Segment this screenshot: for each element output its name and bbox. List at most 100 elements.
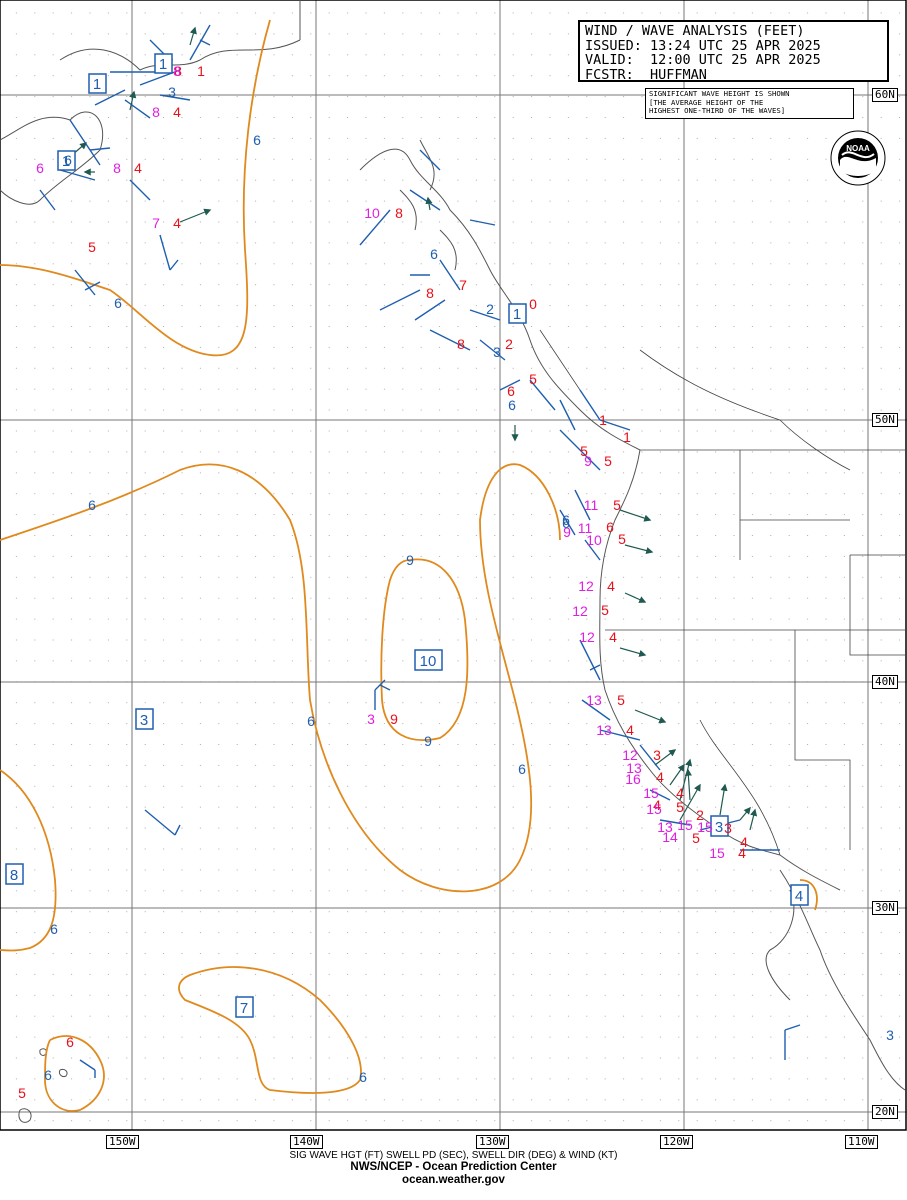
- wave-height: 6: [66, 1034, 74, 1050]
- swell-period: 9: [584, 453, 592, 469]
- wave-height: 8: [395, 205, 403, 221]
- contour-label: 6: [518, 761, 526, 777]
- wave-height: 8: [426, 285, 434, 301]
- lat-label-30n: 30N: [872, 901, 898, 915]
- header-title: WIND / WAVE ANALYSIS (FEET): [585, 23, 805, 39]
- misc-label: 6: [64, 152, 72, 168]
- contour-label: 6: [430, 246, 438, 262]
- swell-period: 10: [364, 205, 380, 221]
- wave-height: 2: [505, 336, 513, 352]
- wave-height: 5: [613, 497, 621, 513]
- wave-height: 4: [656, 769, 664, 785]
- footer-website[interactable]: ocean.weather.gov: [0, 1174, 907, 1186]
- lon-label-120w: 120W: [660, 1135, 693, 1149]
- wave-height: 4: [607, 578, 615, 594]
- wave-height: 0: [529, 296, 537, 312]
- swell-period: 9: [563, 524, 571, 540]
- contour-label: 6: [88, 497, 96, 513]
- box-label: 1: [513, 306, 521, 323]
- wave-height: 9: [390, 711, 398, 727]
- box-label: 10: [420, 653, 437, 670]
- swell-period: 7: [152, 215, 160, 231]
- lon-label-140w: 140W: [290, 1135, 323, 1149]
- swell-period: 8: [173, 63, 181, 79]
- wave-height: 4: [738, 845, 746, 861]
- wave-height: 6: [606, 519, 614, 535]
- box-label: 3: [140, 712, 148, 729]
- wave-height: 4: [173, 215, 181, 231]
- wave-height: 4: [134, 160, 142, 176]
- wave-height: 8: [457, 336, 465, 352]
- swell-period: 16: [625, 771, 641, 787]
- misc-label: 3: [493, 344, 501, 360]
- contour-label: 6: [44, 1067, 52, 1083]
- lat-label-20n: 20N: [872, 1105, 898, 1119]
- wave-height: 5: [676, 799, 684, 815]
- swell-period: 13: [596, 722, 612, 738]
- wave-height: 5: [18, 1085, 26, 1101]
- misc-label: 3: [168, 84, 176, 100]
- swell-period: 15: [697, 819, 713, 835]
- contour-label: 6: [359, 1069, 367, 1085]
- swell-period: 8: [113, 160, 121, 176]
- box-label: 3: [715, 819, 723, 836]
- swell-period: 8: [152, 104, 160, 120]
- svg-text:NOAA: NOAA: [846, 144, 870, 153]
- footer-legend: SIG WAVE HGT (FT) SWELL PD (SEC), SWELL …: [289, 1150, 618, 1161]
- header-forecaster: FCSTR: HUFFMAN: [585, 66, 707, 83]
- box-label: 7: [240, 1000, 248, 1017]
- header-valid: VALID: 12:00 UTC 25 APR 2025: [585, 52, 821, 68]
- swell-period: 10: [586, 532, 602, 548]
- swell-period: 3: [367, 711, 375, 727]
- swell-period: 15: [643, 785, 659, 801]
- wave-height: 3: [653, 747, 661, 763]
- lon-label-110w: 110W: [845, 1135, 878, 1149]
- swell-period: 6: [36, 160, 44, 176]
- wave-height: 5: [529, 371, 537, 387]
- contour-label: 9: [406, 552, 414, 568]
- swell-period: 13: [657, 819, 673, 835]
- box-label: 4: [795, 888, 803, 905]
- contour-label: 6: [114, 295, 122, 311]
- wave-height: 5: [617, 692, 625, 708]
- wave-height: 4: [626, 722, 634, 738]
- swell-period: 12: [572, 603, 588, 619]
- contour-label: 6: [508, 397, 516, 413]
- lon-label-150w: 150W: [106, 1135, 139, 1149]
- wave-height: 4: [173, 104, 181, 120]
- significant-wave-note: SIGNIFICANT WAVE HEIGHT IS SHOWN [THE AV…: [645, 88, 854, 119]
- wave-height: 1: [197, 63, 205, 79]
- lat-label-50n: 50N: [872, 413, 898, 427]
- wave-height: 5: [88, 239, 96, 255]
- wave-height: 5: [618, 531, 626, 547]
- wave-height: 4: [609, 629, 617, 645]
- box-label: 1: [159, 56, 167, 73]
- wave-height: 1: [599, 412, 607, 428]
- wave-height: 6: [507, 383, 515, 399]
- wave-analysis-map: 6 6 6 6 6 6 6 6 6 9 9 6 6 1 1 1 1 10 3 8…: [0, 0, 907, 1131]
- wave-height: 3: [724, 820, 732, 836]
- wave-height: 7: [459, 277, 467, 293]
- footer-agency: NWS/NCEP - Ocean Prediction Center: [350, 1161, 557, 1173]
- swell-period: 15: [677, 817, 693, 833]
- box-label: 8: [10, 867, 18, 884]
- contour-label: 6: [253, 132, 261, 148]
- box-label: 1: [93, 76, 101, 93]
- wave-height: 5: [601, 602, 609, 618]
- swell-period: 15: [646, 801, 662, 817]
- wave-height: 5: [604, 453, 612, 469]
- swell-period: 15: [709, 845, 725, 861]
- contour-label: 6: [50, 921, 58, 937]
- lon-label-130w: 130W: [476, 1135, 509, 1149]
- noaa-logo-icon: NOAA: [830, 130, 886, 186]
- wave-height: 1: [623, 429, 631, 445]
- swell-period: 12: [579, 629, 595, 645]
- note-line: HIGHEST ONE-THIRD OF THE WAVES]: [649, 106, 786, 115]
- header-issued: ISSUED: 13:24 UTC 25 APR 2025: [585, 37, 821, 54]
- misc-label: 2: [486, 301, 494, 317]
- lat-label-40n: 40N: [872, 675, 898, 689]
- swell-period: 11: [584, 497, 599, 513]
- analysis-header: WIND / WAVE ANALYSIS (FEET) ISSUED: 13:2…: [578, 20, 889, 82]
- lat-label-60n: 60N: [872, 88, 898, 102]
- swell-period: 12: [578, 578, 594, 594]
